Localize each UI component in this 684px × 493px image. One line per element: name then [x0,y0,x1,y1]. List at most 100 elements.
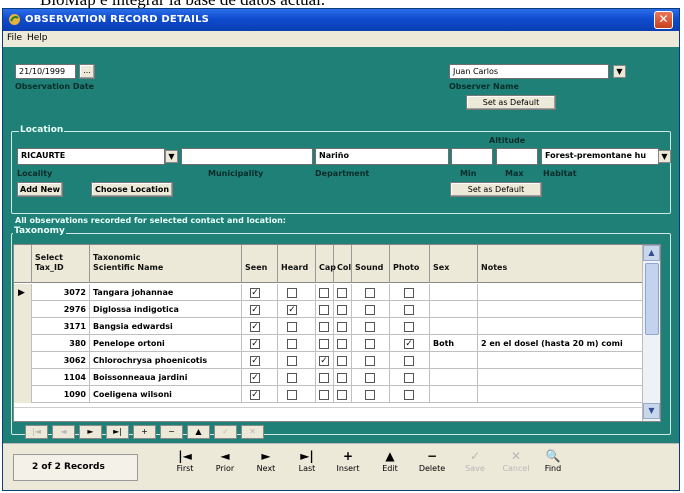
altitude-max-field[interactable] [496,148,538,165]
sex-cell[interactable] [430,318,478,335]
row-selector[interactable] [14,352,32,369]
grid-delete-icon[interactable]: − [160,425,183,439]
date-picker-button[interactable]: ... [79,64,95,79]
photo-checkbox[interactable] [404,322,414,332]
location-set-default-button[interactable]: Set as Default [450,182,542,197]
photo-header[interactable]: Photo [390,245,430,283]
cap-checkbox[interactable] [319,305,329,315]
col-checkbox[interactable] [337,390,347,400]
cap-header[interactable]: Cap [316,245,336,283]
observer-dropdown-icon[interactable]: ▼ [613,65,626,78]
scientific-name-cell[interactable]: Diglossa indigotica [90,301,242,318]
scroll-up-icon[interactable]: ▲ [643,245,660,261]
cap-checkbox[interactable] [319,322,329,332]
col-checkbox[interactable] [337,288,347,298]
photo-checkbox[interactable] [404,305,414,315]
sound-checkbox[interactable] [365,390,375,400]
grid-next-icon[interactable]: ► [79,425,102,439]
scroll-down-icon[interactable]: ▼ [643,403,660,419]
scientific-name-cell[interactable]: Bangsia edwardsi [90,318,242,335]
tax-id-cell[interactable]: 380 [32,335,90,352]
table-row[interactable]: 3171 Bangsia edwardsi ✓ [14,318,642,335]
grid-cancel-icon[interactable]: ✕ [241,425,264,439]
table-row[interactable]: ▶ 3072 Tangara johannae ✓ [14,284,642,301]
municipality-field[interactable] [181,148,313,165]
add-new-location-button[interactable]: Add New [17,182,63,197]
cap-checkbox[interactable] [319,390,329,400]
grid-prior-icon[interactable]: ◄ [52,425,75,439]
notes-cell[interactable] [478,352,642,369]
photo-checkbox[interactable] [404,390,414,400]
scientific-name-header[interactable]: Taxonomic Scientific Name [90,245,242,283]
sound-checkbox[interactable] [365,339,375,349]
menu-file[interactable]: File [7,33,22,43]
table-row[interactable]: 380 Penelope ortoni ✓ ✓ Both 2 en el dosel (h… [14,335,642,352]
department-field[interactable]: Nariño [315,148,449,165]
cap-checkbox[interactable] [319,339,329,349]
grid-vertical-scrollbar[interactable]: ▲ ▼ [642,245,660,421]
row-selector[interactable] [14,386,32,403]
photo-checkbox[interactable] [404,373,414,383]
sex-cell[interactable] [430,284,478,301]
sound-checkbox[interactable] [365,305,375,315]
locality-field[interactable]: RICAURTE [17,148,165,165]
grid-first-icon[interactable]: |◄ [25,425,48,439]
heard-checkbox[interactable] [287,373,297,383]
cap-checkbox[interactable] [319,373,329,383]
row-selector[interactable] [14,301,32,318]
sound-checkbox[interactable] [365,322,375,332]
cap-checkbox[interactable]: ✓ [319,356,329,366]
heard-header[interactable]: Heard [278,245,316,283]
cap-checkbox[interactable] [319,288,329,298]
sex-cell[interactable] [430,386,478,403]
close-button[interactable]: ✕ [654,11,673,29]
cancel-button[interactable]: ✕ Cancel [496,448,536,486]
notes-header[interactable]: Notes [478,245,642,283]
observer-set-default-button[interactable]: Set as Default [466,95,556,110]
menu-help[interactable]: Help [27,33,48,43]
notes-cell[interactable]: 2 en el dosel (hasta 20 m) comi [478,335,642,352]
col-header[interactable]: Col [334,245,352,283]
seen-checkbox[interactable]: ✓ [250,373,260,383]
notes-cell[interactable] [478,284,642,301]
seen-checkbox[interactable]: ✓ [250,390,260,400]
sound-header[interactable]: Sound [352,245,390,283]
row-selector[interactable] [14,318,32,335]
tax-id-cell[interactable]: 3171 [32,318,90,335]
photo-checkbox[interactable]: ✓ [404,339,414,349]
next-button[interactable]: ► Next [246,448,286,486]
seen-header[interactable]: Seen [242,245,278,283]
col-checkbox[interactable] [337,339,347,349]
first-button[interactable]: |◄ First [165,448,205,486]
insert-button[interactable]: + Insert [328,448,368,486]
tax-id-cell[interactable]: 3062 [32,352,90,369]
scientific-name-cell[interactable]: Chlorochrysa phoenicotis [90,352,242,369]
habitat-dropdown-icon[interactable]: ▼ [658,150,671,163]
grid-save-icon[interactable]: ✓ [214,425,237,439]
tax-id-cell[interactable]: 2976 [32,301,90,318]
scroll-thumb[interactable] [645,263,659,335]
sound-checkbox[interactable] [365,373,375,383]
observation-date-field[interactable]: 21/10/1999 [15,64,76,79]
edit-button[interactable]: ▲ Edit [370,448,410,486]
sex-cell[interactable] [430,352,478,369]
seen-checkbox[interactable]: ✓ [250,322,260,332]
choose-location-button[interactable]: Choose Location [91,182,173,197]
seen-checkbox[interactable]: ✓ [250,305,260,315]
notes-cell[interactable] [478,301,642,318]
table-row[interactable]: 1104 Boissonneaua jardini ✓ [14,369,642,386]
sound-checkbox[interactable] [365,356,375,366]
table-row[interactable]: 1090 Coeligena wilsoni ✓ [14,386,642,403]
heard-checkbox[interactable]: ✓ [287,305,297,315]
grid-last-icon[interactable]: ►| [106,425,129,439]
row-selector[interactable] [14,369,32,386]
locality-dropdown-icon[interactable]: ▼ [165,150,178,163]
sex-header[interactable]: Sex [430,245,478,283]
find-button[interactable]: 🔍 Find [533,448,573,486]
col-checkbox[interactable] [337,373,347,383]
grid-insert-icon[interactable]: + [133,425,156,439]
heard-checkbox[interactable] [287,356,297,366]
heard-checkbox[interactable] [287,339,297,349]
altitude-min-field[interactable] [451,148,493,165]
tax-id-cell[interactable]: 3072 [32,284,90,301]
